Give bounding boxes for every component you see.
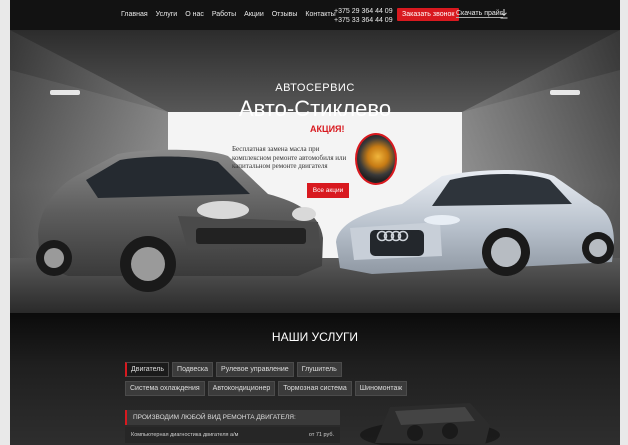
tab-air-conditioner[interactable]: Автокондиционер bbox=[207, 381, 276, 396]
tab-cooling-system[interactable]: Система охлаждения bbox=[125, 381, 205, 396]
oil-change-image bbox=[355, 133, 397, 185]
phone-numbers: +375 29 364 44 09 +375 33 364 44 09 bbox=[334, 7, 393, 25]
main-nav: Главная Услуги О нас Работы Акции Отзывы… bbox=[121, 11, 336, 18]
hero-subtitle: АВТОСЕРВИС bbox=[275, 82, 355, 94]
nav-item-about[interactable]: О нас bbox=[185, 11, 204, 18]
hero-title: Авто-Стиклево bbox=[238, 96, 392, 121]
all-promotions-button[interactable]: Все акции bbox=[307, 183, 349, 198]
tab-steering[interactable]: Рулевое управление bbox=[216, 362, 294, 377]
nav-item-home[interactable]: Главная bbox=[121, 11, 148, 18]
services-tabs: Двигатель Подвеска Рулевое управление Гл… bbox=[125, 362, 410, 396]
hero-banner: АВТОСЕРВИС Авто-Стиклево bbox=[10, 30, 620, 313]
promo-title: АКЦИЯ! bbox=[310, 124, 345, 134]
nav-item-reviews[interactable]: Отзывы bbox=[272, 11, 298, 18]
engine-image bbox=[360, 403, 500, 445]
nav-item-works[interactable]: Работы bbox=[212, 11, 236, 18]
download-price-link[interactable]: Скачать прайс bbox=[456, 10, 504, 18]
tab-tire-service[interactable]: Шиномонтаж bbox=[354, 381, 408, 396]
phone-number[interactable]: +375 33 364 44 09 bbox=[334, 16, 393, 25]
nav-item-promotions[interactable]: Акции bbox=[244, 11, 264, 18]
services-title: НАШИ УСЛУГИ bbox=[271, 330, 359, 344]
promo-text: Бесплатная замена масла при комплексном … bbox=[232, 145, 347, 170]
order-call-button[interactable]: Заказать звонок bbox=[397, 8, 460, 21]
nav-item-services[interactable]: Услуги bbox=[156, 11, 178, 18]
service-price: от 71 руб. bbox=[308, 432, 334, 438]
price-row: Компьютерная диагностика двигателя а/м о… bbox=[125, 427, 340, 443]
tab-muffler[interactable]: Глушитель bbox=[296, 362, 342, 377]
top-navigation-bar: Главная Услуги О нас Работы Акции Отзывы… bbox=[10, 0, 620, 30]
phone-number[interactable]: +375 29 364 44 09 bbox=[334, 7, 393, 16]
service-name: Компьютерная диагностика двигателя а/м bbox=[131, 432, 239, 438]
tab-suspension[interactable]: Подвеска bbox=[172, 362, 214, 377]
tab-brake-system[interactable]: Тормозная система bbox=[278, 381, 352, 396]
page: Главная Услуги О нас Работы Акции Отзывы… bbox=[10, 0, 620, 445]
service-section-header: ПРОИЗВОДИМ ЛЮБОЙ ВИД РЕМОНТА ДВИГАТЕЛЯ: bbox=[125, 410, 340, 425]
tab-engine[interactable]: Двигатель bbox=[125, 362, 170, 377]
download-icon[interactable] bbox=[500, 9, 508, 19]
nav-item-contacts[interactable]: Контакты bbox=[305, 11, 335, 18]
